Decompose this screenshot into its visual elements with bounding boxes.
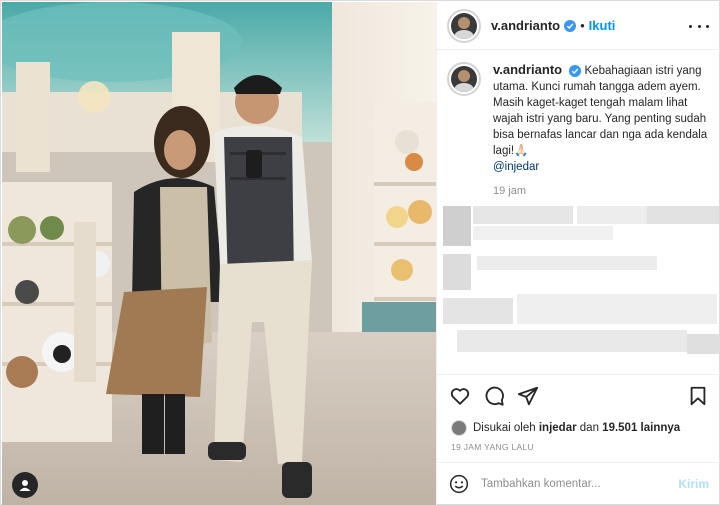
author-avatar[interactable]	[447, 8, 481, 43]
caption-mention-link[interactable]: @injedar	[493, 161, 539, 173]
post-timestamp[interactable]: 19 JAM YANG LALU	[451, 442, 534, 452]
likes-prefix: Disukai oleh	[473, 422, 536, 434]
caption-author-username[interactable]: v.andrianto	[493, 62, 562, 77]
more-options-icon[interactable]	[689, 16, 709, 36]
liker-username[interactable]: injedar	[539, 422, 577, 434]
instagram-post: v.andrianto • Ikuti v.andrianto Kebahagi…	[0, 0, 720, 505]
post-side-panel: v.andrianto • Ikuti v.andrianto Kebahagi…	[436, 2, 720, 505]
post-caption: v.andrianto Kebahagiaan istri yang utama…	[447, 62, 711, 199]
follow-button[interactable]: Ikuti	[589, 18, 616, 33]
bookmark-icon[interactable]	[687, 385, 709, 407]
caption-verified-badge-icon	[569, 65, 582, 77]
caption-time: 19 jam	[493, 185, 527, 197]
author-username[interactable]: v.andrianto	[491, 18, 560, 33]
likes-count[interactable]: 19.501 lainnya	[602, 422, 680, 434]
caption-emoji: 🙏🏻	[514, 145, 529, 157]
post-photo[interactable]	[2, 2, 436, 505]
paper-plane-icon[interactable]	[517, 385, 539, 407]
tagged-user-icon[interactable]	[12, 472, 38, 498]
caption-author-avatar[interactable]	[447, 62, 481, 96]
heart-icon[interactable]	[449, 385, 471, 407]
verified-badge-icon	[564, 19, 577, 32]
comment-bar: Kirim	[437, 462, 720, 505]
post-comment-button[interactable]: Kirim	[678, 477, 709, 491]
liker-avatar[interactable]	[451, 420, 467, 436]
blurred-comments	[437, 198, 720, 370]
post-header: v.andrianto • Ikuti	[437, 2, 720, 50]
smiley-icon[interactable]	[449, 474, 469, 494]
photo-illustration	[2, 2, 436, 505]
likes-summary[interactable]: Disukai oleh injedar dan 19.501 lainnya	[451, 420, 680, 436]
comment-input[interactable]	[481, 478, 679, 490]
header-separator: •	[580, 18, 585, 33]
post-actions	[437, 374, 720, 416]
likes-middle: dan	[579, 422, 599, 434]
caption-text: Kebahagiaan istri yang utama. Kunci ruma…	[493, 65, 708, 157]
comment-bubble-icon[interactable]	[483, 385, 505, 407]
